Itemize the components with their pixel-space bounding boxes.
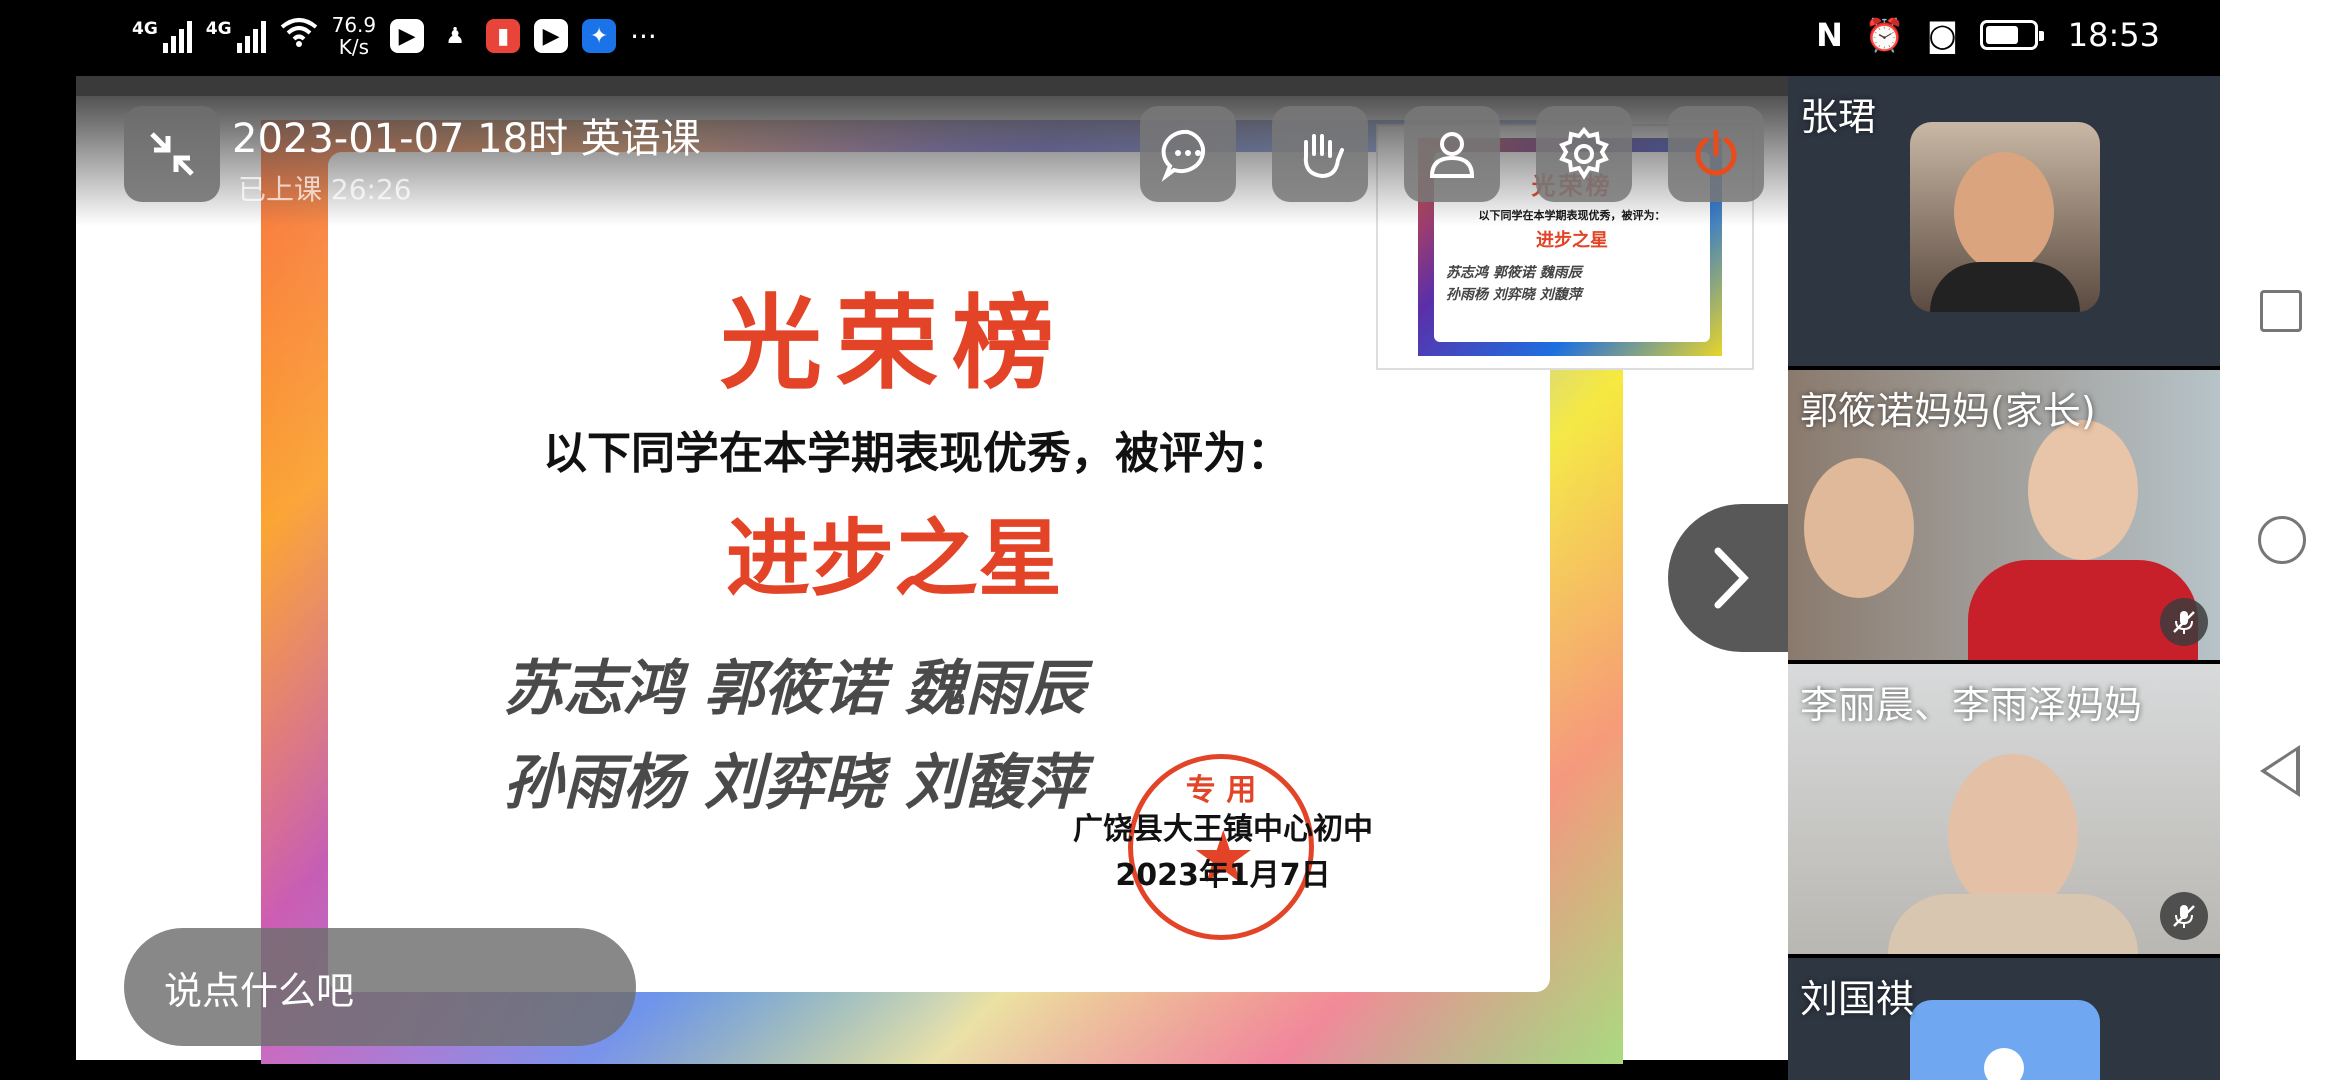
camera-icon: ◙ <box>1926 16 1958 54</box>
thumbnail-names: 苏志鸿 郭筱诺 魏雨辰 孙雨杨 刘弈晓 刘馥萍 <box>1446 262 1710 306</box>
chat-input-placeholder: 说点什么吧 <box>164 968 355 1013</box>
status-left: 4G 4G 76.9 K/s ▶ ♟ ▮ ▶ ✦ ··· <box>132 14 657 58</box>
alarm-icon: ⏰ <box>1864 16 1905 54</box>
back-icon[interactable] <box>2260 745 2300 797</box>
thumbnail-names-line: 孙雨杨 刘弈晓 刘馥萍 <box>1446 287 1582 303</box>
minimize-arrows-icon[interactable] <box>124 106 220 202</box>
chat-bubble-icon[interactable] <box>1140 106 1236 202</box>
mic-off-icon <box>2160 598 2208 646</box>
names-line: 苏志鸿 郭筱诺 魏雨辰 <box>503 654 1085 724</box>
participants-panel[interactable]: 张珺 郭筱诺妈妈(家长) 李丽晨、李雨泽妈妈 刘国祺 <box>1788 76 2220 1080</box>
meeting-toolbar: 2023-01-07 18时 英语课 已上课 26:26 <box>76 76 1788 226</box>
participant-tile[interactable]: 李丽晨、李雨泽妈妈 <box>1788 664 2220 954</box>
meeting-elapsed-time: 已上课 26:26 <box>238 173 412 206</box>
nfc-icon: N <box>1816 16 1843 54</box>
certificate-award: 进步之星 <box>725 510 1062 608</box>
participants-icon[interactable] <box>1404 106 1500 202</box>
cell-signal-icon: 4G <box>132 19 192 53</box>
cell-signal-icon: 4G <box>206 19 266 53</box>
status-bar: 4G 4G 76.9 K/s ▶ ♟ ▮ ▶ ✦ ··· N ⏰ ◙ 18:53 <box>0 0 2220 76</box>
video-app-icon: ▶ <box>534 19 569 53</box>
participant-name: 刘国祺 <box>1800 977 1915 1021</box>
network-speed: 76.9 K/s <box>331 13 377 59</box>
gear-icon[interactable] <box>1536 106 1632 202</box>
mic-off-icon <box>2160 892 2208 940</box>
video-app-icon: ▶ <box>390 19 425 53</box>
recent-apps-icon[interactable] <box>2260 290 2302 332</box>
home-icon[interactable] <box>2258 516 2306 564</box>
wifi-icon <box>280 17 318 55</box>
battery-icon <box>1979 20 2044 50</box>
certificate-title: 光荣榜 <box>720 285 1068 404</box>
default-avatar-icon <box>1910 1000 2100 1080</box>
meeting-title: 2023-01-07 18时 英语课 <box>232 116 701 162</box>
power-icon[interactable] <box>1668 106 1764 202</box>
system-navigation-bar <box>2220 0 2340 1080</box>
participant-tile[interactable]: 刘国祺 <box>1788 958 2220 1080</box>
participant-tile[interactable]: 郭筱诺妈妈(家长) <box>1788 370 2220 660</box>
school-name: 广饶县大王镇中心初中 <box>1073 812 1373 847</box>
thumbnail-award: 进步之星 <box>1536 230 1608 251</box>
chat-input[interactable]: 说点什么吧 <box>124 928 636 1046</box>
participant-name: 张珺 <box>1800 95 1877 139</box>
participant-name: 李丽晨、李雨泽妈妈 <box>1800 683 2143 727</box>
certificate-subtitle: 以下同学在本学期表现优秀，被评为： <box>543 428 1291 479</box>
thumbnail-names-line: 苏志鸿 郭筱诺 魏雨辰 <box>1446 265 1582 281</box>
names-line: 孙雨杨 刘弈晓 刘馥萍 <box>503 748 1085 818</box>
participant-tile[interactable]: 张珺 <box>1788 76 2220 366</box>
certificate: 光荣榜 以下同学在本学期表现优秀，被评为： 进步之星 苏志鸿 郭筱诺 魏雨辰 孙… <box>328 152 1550 992</box>
book-app-icon: ▮ <box>486 19 521 53</box>
seal-text: 专 用 <box>1185 773 1257 808</box>
qq-icon: ♟ <box>445 23 465 49</box>
certificate-issuer: 广饶县大王镇中心初中 2023年1月7日 <box>1038 807 1408 899</box>
certificate-date: 2023年1月7日 <box>1115 858 1331 893</box>
status-right: N ⏰ ◙ 18:53 <box>1816 16 2160 54</box>
certificate-names: 苏志鸿 郭筱诺 魏雨辰 孙雨杨 刘弈晓 刘馥萍 <box>503 642 1085 830</box>
participant-video <box>1910 122 2100 312</box>
participant-name: 郭筱诺妈妈(家长) <box>1800 389 2096 433</box>
more-notifications: ··· <box>630 19 657 53</box>
clock: 18:53 <box>2067 16 2160 54</box>
lightbulb-app-icon: ✦ <box>582 19 617 53</box>
raise-hand-icon[interactable] <box>1272 106 1368 202</box>
shared-screen-view[interactable]: 光荣榜 以下同学在本学期表现优秀，被评为： 进步之星 苏志鸿 郭筱诺 魏雨辰 孙… <box>76 76 1788 1080</box>
